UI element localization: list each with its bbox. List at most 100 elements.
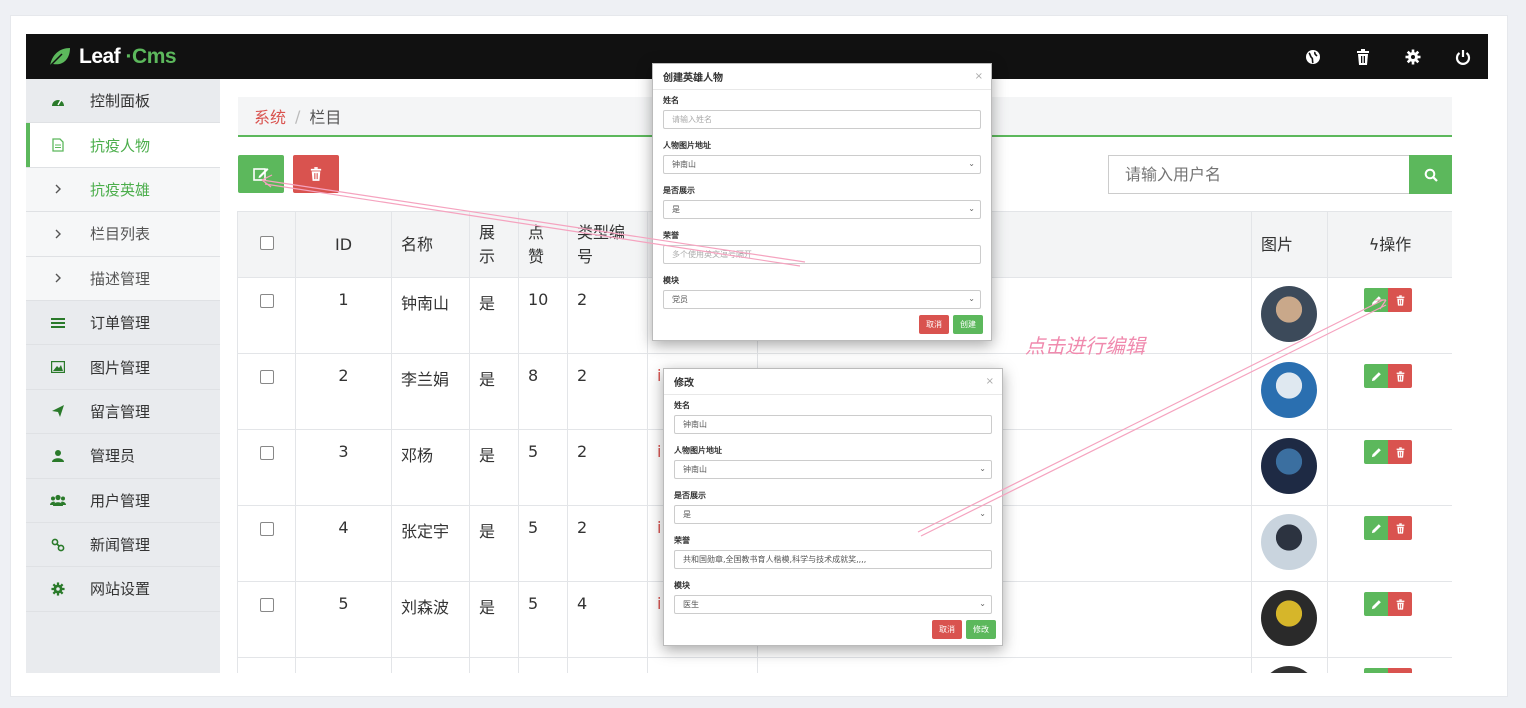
row-checkbox[interactable]: [259, 522, 274, 536]
select-all-checkbox[interactable]: [259, 235, 274, 250]
select-all-cell: [237, 211, 296, 278]
breadcrumb-root[interactable]: 系统: [254, 104, 286, 128]
row-checkbox[interactable]: [259, 370, 274, 384]
breadcrumb-separator: /: [295, 106, 301, 126]
sidebar-item-label: 网站设置: [90, 580, 151, 599]
create-submit-button[interactable]: 创建: [953, 315, 983, 334]
field-select[interactable]: 医生 ⌄: [674, 595, 992, 614]
pencil-icon: [1371, 371, 1381, 381]
gear-icon[interactable]: [1388, 34, 1438, 79]
form-group: 是否展示是 ⌄: [663, 185, 981, 219]
field-input[interactable]: 钟南山: [674, 415, 992, 434]
form-group: 模块 党员 ⌄: [663, 275, 981, 309]
field-select[interactable]: 是 ⌄: [674, 505, 992, 524]
pencil-icon: [1371, 523, 1381, 533]
sidebar-item-2[interactable]: 抗疫英雄: [26, 167, 220, 213]
cell-likes: 5: [518, 505, 568, 582]
cell-likes: 4: [518, 657, 568, 673]
sidebar-item-3[interactable]: 栏目列表: [26, 212, 220, 257]
sidebar-item-label: 留言管理: [90, 402, 151, 421]
row-checkbox[interactable]: [259, 294, 274, 308]
delete-row-button[interactable]: [1388, 364, 1412, 388]
delete-row-button[interactable]: [1388, 516, 1412, 540]
edit-cancel-button[interactable]: 取消: [932, 620, 962, 639]
cell-show: 是: [469, 505, 519, 582]
trash-icon[interactable]: [1338, 34, 1388, 79]
chevron-down-icon: ⌄: [968, 204, 975, 213]
cell-name: 刘森波: [391, 581, 470, 658]
sidebar-item-5[interactable]: 订单管理: [26, 301, 220, 346]
field-input[interactable]: 共和国勋章,全国教书育人楷模,科学与技术成就奖,,,,: [674, 550, 992, 569]
globe-icon[interactable]: [1288, 34, 1338, 79]
sidebar-item-0[interactable]: 控制面板: [26, 79, 220, 124]
chevron-down-icon: ⌄: [968, 159, 975, 168]
avatar: [1261, 438, 1317, 494]
power-icon[interactable]: [1438, 34, 1488, 79]
col-type[interactable]: 类型编号: [567, 211, 648, 278]
field-select[interactable]: 钟南山 ⌄: [663, 155, 981, 174]
col-ops: ϟ操作: [1327, 211, 1452, 278]
cell-ops: [1327, 505, 1452, 582]
brand-logo[interactable]: Leaf ·Cms: [48, 42, 177, 72]
add-button[interactable]: [238, 155, 284, 193]
field-label: 人物图片地址: [674, 446, 722, 455]
edit-row-button[interactable]: [1364, 440, 1388, 464]
create-cancel-button[interactable]: 取消: [919, 315, 949, 334]
edit-row-button[interactable]: [1364, 516, 1388, 540]
search-input[interactable]: [1108, 155, 1410, 194]
batch-delete-button[interactable]: [293, 155, 339, 193]
delete-row-button[interactable]: [1388, 440, 1412, 464]
field-value: 党员: [672, 295, 688, 304]
send-icon: [26, 404, 90, 418]
chevron-right-icon: [26, 229, 90, 239]
chevron-right-icon: [26, 273, 90, 283]
delete-row-button[interactable]: [1388, 592, 1412, 616]
sidebar-item-label: 抗疫英雄: [90, 180, 151, 199]
sidebar-item-1[interactable]: 抗疫人物: [26, 123, 220, 168]
field-input[interactable]: 请输入姓名: [663, 110, 981, 129]
row-select-cell: [237, 277, 296, 354]
edit-submit-button[interactable]: 修改: [966, 620, 996, 639]
col-likes[interactable]: 点赞: [518, 211, 568, 278]
edit-row-button[interactable]: [1364, 364, 1388, 388]
sidebar-item-label: 图片管理: [90, 358, 151, 377]
chevron-right-icon: [26, 184, 90, 194]
sidebar-item-4[interactable]: 描述管理: [26, 256, 220, 301]
close-icon[interactable]: ×: [986, 376, 994, 387]
sidebar-item-7[interactable]: 留言管理: [26, 390, 220, 435]
delete-row-button[interactable]: [1388, 668, 1412, 673]
field-value: 是: [672, 205, 680, 214]
edit-row-button[interactable]: [1364, 592, 1388, 616]
sidebar-item-6[interactable]: 图片管理: [26, 345, 220, 390]
sidebar-item-label: 管理员: [90, 447, 136, 466]
sidebar-item-9[interactable]: 用户管理: [26, 479, 220, 523]
edit-row-button[interactable]: [1364, 668, 1388, 673]
cell-likes: 5: [518, 581, 568, 658]
field-select[interactable]: 是 ⌄: [663, 200, 981, 219]
form-group: 人物图片地址钟南山 ⌄: [674, 445, 992, 479]
col-name[interactable]: 名称: [391, 211, 470, 278]
field-value: 多个使用英文逗号隔开: [672, 250, 752, 259]
sidebar-item-10[interactable]: 新闻管理: [26, 523, 220, 568]
row-checkbox[interactable]: [259, 446, 274, 460]
edit-modal: 修改 × 姓名 钟南山 人物图片地址 钟南山 ⌄ 是否展示是 ⌄ 荣誉 共和国勋章,全国教书育人楷…: [663, 368, 1003, 646]
field-input[interactable]: 多个使用英文逗号隔开: [663, 245, 981, 264]
sidebar-item-8[interactable]: 管理员: [26, 434, 220, 479]
row-select-cell: [237, 429, 296, 506]
search-button[interactable]: [1409, 155, 1452, 194]
col-id[interactable]: ID: [295, 211, 392, 278]
file-icon: [26, 138, 90, 152]
sidebar: 控制面板 抗疫人物抗疫英雄栏目列表描述管理 订单管理图片管理留言管理管理员用户管理新…: [26, 79, 220, 673]
sidebar-item-label: 新闻管理: [90, 536, 151, 555]
sidebar-item-11[interactable]: 网站设置: [26, 567, 220, 612]
edit-row-button[interactable]: [1364, 288, 1388, 312]
col-show[interactable]: 展示: [469, 211, 519, 278]
field-select[interactable]: 钟南山 ⌄: [674, 460, 992, 479]
close-icon[interactable]: ×: [975, 71, 983, 82]
delete-row-button[interactable]: [1388, 288, 1412, 312]
row-checkbox[interactable]: [259, 598, 274, 612]
sidebar-item-label: 栏目列表: [90, 225, 151, 244]
field-select[interactable]: 党员 ⌄: [663, 290, 981, 309]
cell-likes: 10: [518, 277, 568, 354]
field-value: 共和国勋章,全国教书育人楷模,科学与技术成就奖,,,,: [683, 555, 867, 564]
